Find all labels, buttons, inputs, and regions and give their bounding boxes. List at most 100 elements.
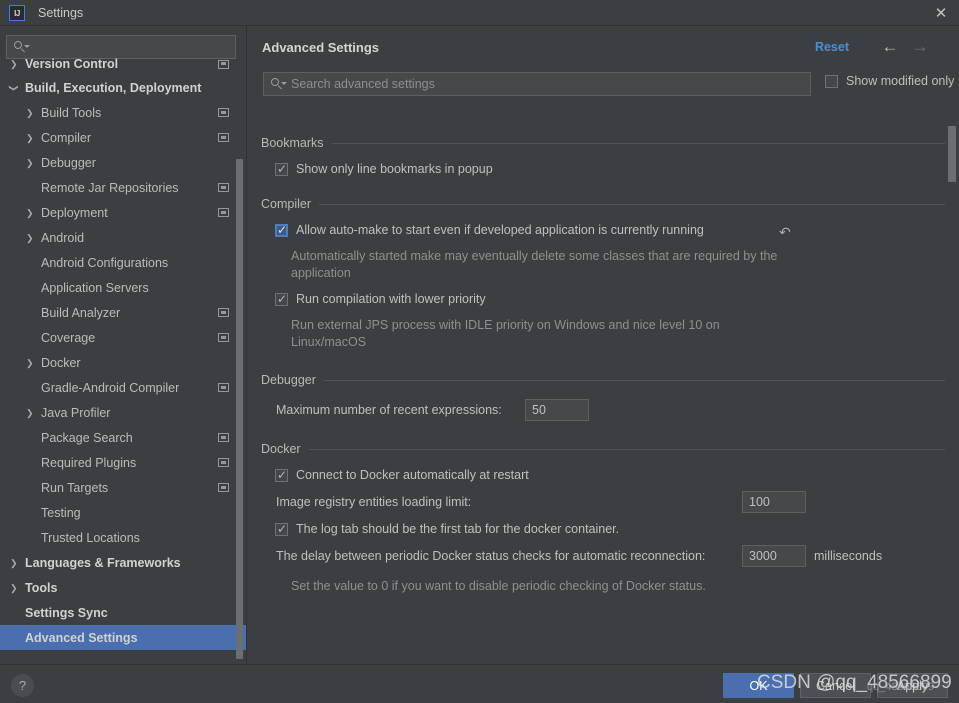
advanced-search-input[interactable]: Search advanced settings (263, 72, 811, 96)
setting-label: Image registry entities loading limit: (276, 495, 472, 509)
project-scope-icon (218, 308, 229, 317)
project-scope-icon (218, 383, 229, 392)
sidebar-item-label: Android (41, 230, 85, 245)
project-scope-icon (218, 59, 229, 69)
sidebar-item-label: Languages & Frameworks (25, 555, 181, 570)
checkbox-box (275, 162, 288, 176)
section-title: Docker (261, 442, 301, 456)
sidebar-item-debugger[interactable]: Debugger (0, 150, 247, 175)
search-dropdown-icon (14, 40, 30, 54)
setting-checkbox[interactable]: Run compilation with lower priority (275, 292, 486, 306)
chevron-right-icon[interactable] (26, 133, 36, 143)
setting-label: Maximum number of recent expressions: (276, 403, 502, 417)
sidebar-item-label: Deployment (41, 205, 108, 220)
sidebar-scrollbar-thumb[interactable] (236, 159, 243, 659)
setting-number-input[interactable]: 50 (525, 399, 589, 421)
chevron-right-icon[interactable] (26, 408, 36, 418)
setting-checkbox[interactable]: The log tab should be the first tab for … (275, 522, 619, 536)
sidebar-item-trusted-locations[interactable]: Trusted Locations (0, 525, 247, 550)
section-header: Debugger (261, 373, 945, 387)
checkbox-box (825, 74, 838, 88)
rollback-icon[interactable]: ↶ (779, 224, 795, 240)
setting-checkbox[interactable]: Allow auto-make to start even if develop… (275, 223, 704, 237)
sidebar-item-label: Docker (41, 355, 81, 370)
chevron-right-icon[interactable] (10, 558, 20, 568)
section-title: Debugger (261, 373, 316, 387)
show-modified-only-label: Show modified only (846, 74, 955, 88)
sidebar-item-docker[interactable]: Docker (0, 350, 247, 375)
sidebar-item-run-targets[interactable]: Run Targets (0, 475, 247, 500)
chevron-right-icon[interactable] (26, 108, 36, 118)
search-icon (271, 77, 287, 91)
reset-link[interactable]: Reset (815, 40, 849, 54)
sidebar-item-tools[interactable]: Tools (0, 575, 247, 600)
chevron-right-icon[interactable] (26, 208, 36, 218)
sidebar-item-advanced-settings[interactable]: Advanced Settings (0, 625, 247, 650)
arrow-right-icon[interactable]: → (909, 36, 931, 56)
sidebar-item-testing[interactable]: Testing (0, 500, 247, 525)
checkbox-box (275, 292, 288, 306)
arrow-left-icon[interactable]: ← (879, 36, 901, 56)
sidebar-item-languages-frameworks[interactable]: Languages & Frameworks (0, 550, 247, 575)
sidebar-item-label: Gradle-Android Compiler (41, 380, 180, 395)
sidebar-item-label: Build Tools (41, 105, 102, 120)
sidebar-item-compiler[interactable]: Compiler (0, 125, 247, 150)
checkbox-box (275, 522, 288, 536)
chevron-right-icon[interactable] (26, 233, 36, 243)
project-scope-icon (218, 433, 229, 442)
sidebar-item-label: Testing (41, 505, 81, 520)
chevron-right-icon[interactable] (26, 158, 36, 168)
settings-dialog: IJ Settings ✕ Version Control Build, Exec… (0, 0, 959, 703)
title-bar: IJ Settings ✕ (0, 0, 959, 26)
cancel-button[interactable]: Cancel (800, 673, 871, 698)
sidebar-item-version-control[interactable]: Version Control (0, 53, 247, 75)
sidebar-item-settings-sync[interactable]: Settings Sync (0, 600, 247, 625)
sidebar-item-android[interactable]: Android (0, 225, 247, 250)
apply-button[interactable]: Apply (877, 673, 948, 698)
chevron-right-icon[interactable] (10, 59, 20, 69)
sidebar-item-java-profiler[interactable]: Java Profiler (0, 400, 247, 425)
setting-checkbox[interactable]: Connect to Docker automatically at resta… (275, 468, 529, 482)
intellij-idea-logo-icon: IJ (9, 5, 25, 21)
chevron-right-icon[interactable] (10, 583, 20, 593)
checkbox-box (275, 468, 288, 482)
chevron-down-icon[interactable] (10, 83, 20, 93)
setting-number-value: 100 (749, 495, 770, 509)
ok-button[interactable]: OK (723, 673, 794, 698)
section-rule (331, 142, 945, 144)
sidebar-item-label: Coverage (41, 330, 96, 345)
sidebar-item-label: Package Search (41, 430, 133, 445)
sidebar-item-package-search[interactable]: Package Search (0, 425, 247, 450)
setting-label: Run compilation with lower priority (296, 292, 486, 306)
project-scope-icon (218, 333, 229, 342)
setting-number-input[interactable]: 100 (742, 491, 806, 513)
sidebar-item-android-configurations[interactable]: Android Configurations (0, 250, 247, 275)
setting-description: Set the value to 0 if you want to disabl… (291, 579, 706, 593)
setting-number-input[interactable]: 3000 (742, 545, 806, 567)
chevron-right-icon[interactable] (26, 358, 36, 368)
sidebar-item-required-plugins[interactable]: Required Plugins (0, 450, 247, 475)
show-modified-only-checkbox[interactable]: Show modified only (825, 74, 954, 88)
sidebar-item-label: Settings Sync (25, 605, 108, 620)
main-scrollbar-thumb[interactable] (948, 126, 956, 182)
sidebar-item-gradle-android-compiler[interactable]: Gradle-Android Compiler (0, 375, 247, 400)
section-title: Bookmarks (261, 136, 324, 150)
project-scope-icon (218, 458, 229, 467)
setting-description: Run external JPS process with IDLE prior… (291, 318, 720, 349)
advanced-settings-panel: Advanced Settings Reset ← → Search advan… (247, 26, 959, 665)
section-rule (319, 203, 945, 205)
sidebar-item-coverage[interactable]: Coverage (0, 325, 247, 350)
sidebar-item-label: Advanced Settings (25, 630, 138, 645)
help-icon[interactable]: ? (11, 674, 34, 697)
close-icon[interactable]: ✕ (929, 2, 953, 24)
sidebar-item-deployment[interactable]: Deployment (0, 200, 247, 225)
sidebar-item-remote-jar-repositories[interactable]: Remote Jar Repositories (0, 175, 247, 200)
setting-checkbox[interactable]: Show only line bookmarks in popup (275, 162, 493, 176)
sidebar-item-application-servers[interactable]: Application Servers (0, 275, 247, 300)
sidebar-item-build-tools[interactable]: Build Tools (0, 100, 247, 125)
sidebar-item-label: Build, Execution, Deployment (25, 80, 202, 95)
sidebar-item-label: Remote Jar Repositories (41, 180, 179, 195)
sidebar-item-build-analyzer[interactable]: Build Analyzer (0, 300, 247, 325)
sidebar-item-label: Debugger (41, 155, 96, 170)
sidebar-item-build-execution-deployment[interactable]: Build, Execution, Deployment (0, 75, 247, 100)
